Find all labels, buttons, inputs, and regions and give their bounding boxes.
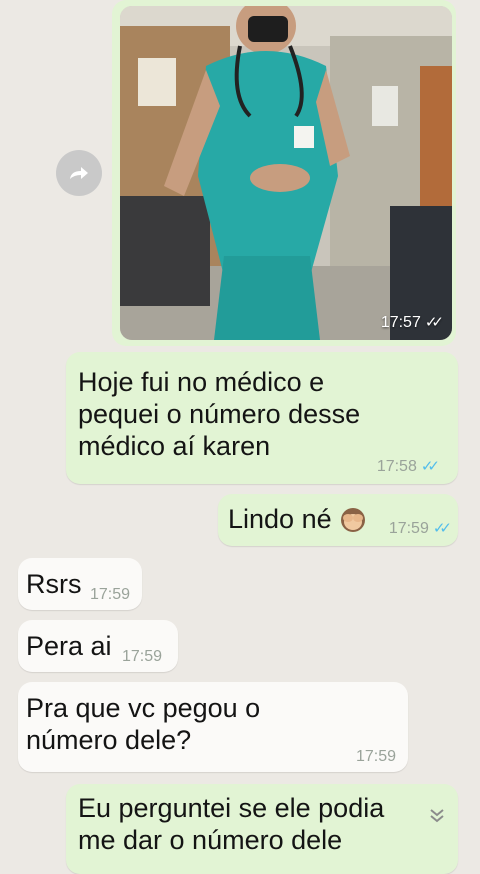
double-check-icon: ✓✓ <box>424 314 444 331</box>
message-line: pequei o número desse <box>78 399 361 429</box>
see-no-evil-monkey-icon <box>339 505 367 533</box>
outgoing-message[interactable]: Hoje fui no médico e pequei o número des… <box>66 352 458 484</box>
message-line: Eu perguntei se ele podia <box>78 793 385 823</box>
incoming-message[interactable]: Pra que vc pegou o número dele? 17:59 <box>18 682 408 772</box>
message-text: Pera ai <box>26 631 112 661</box>
message-time: 17:59 <box>355 748 396 765</box>
message-line: médico aí karen <box>78 431 271 461</box>
message-photo[interactable]: 17:57 ✓✓ <box>120 6 452 340</box>
forward-icon <box>70 167 88 179</box>
incoming-message[interactable]: Rsrs 17:59 <box>18 558 142 610</box>
forward-button[interactable] <box>56 150 102 196</box>
double-check-icon: ✓✓ <box>420 458 440 475</box>
incoming-message[interactable]: Pera ai 17:59 <box>18 620 178 672</box>
message-text: Lindo né <box>228 504 332 534</box>
message-time: 17:59 <box>90 586 131 603</box>
message-time: 17:59 <box>122 648 163 665</box>
message-time: 17:59 ✓✓ <box>388 520 452 537</box>
message-line: Pra que vc pegou o <box>26 693 261 723</box>
chat-area[interactable]: 17:57 ✓✓ Hoje fui no médico e pequei o nú… <box>0 0 480 874</box>
message-line: Hoje fui no médico e <box>78 367 325 397</box>
message-text: Rsrs <box>26 569 82 599</box>
message-line: me dar o número dele <box>78 825 343 855</box>
chevron-down-icon <box>430 809 444 823</box>
message-time: 17:58 ✓✓ <box>376 458 440 475</box>
scroll-down-button[interactable] <box>422 800 452 830</box>
double-check-icon: ✓✓ <box>432 520 452 537</box>
outgoing-message[interactable]: Lindo né 17:59 ✓✓ <box>218 494 458 546</box>
message-time: 17:57 ✓✓ <box>380 314 444 331</box>
message-line: número dele? <box>26 725 192 755</box>
outgoing-message[interactable]: Eu perguntei se ele podia me dar o númer… <box>66 784 458 874</box>
